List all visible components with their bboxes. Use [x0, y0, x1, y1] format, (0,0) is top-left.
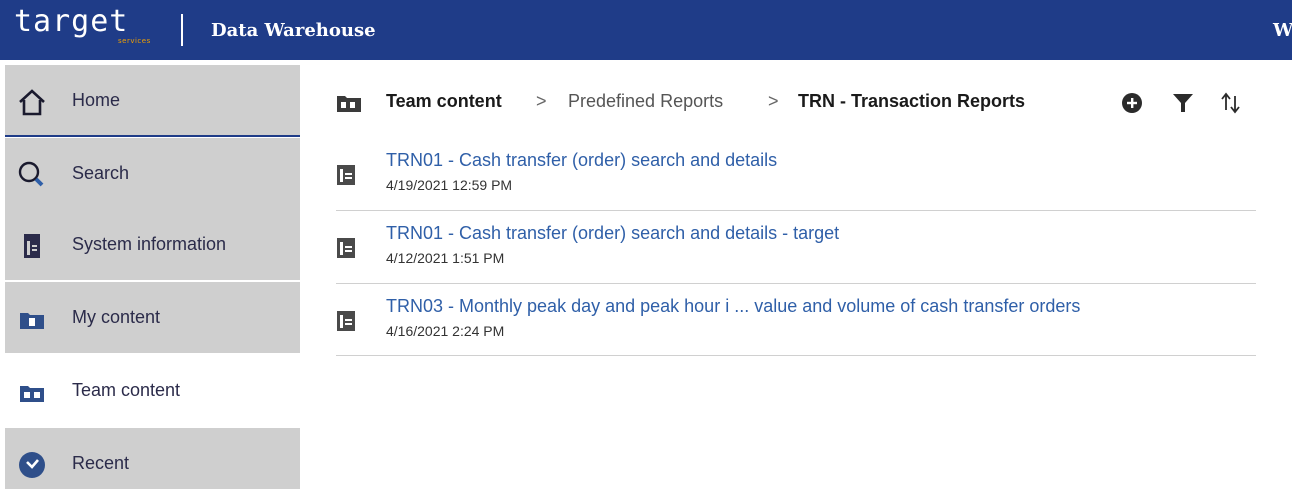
breadcrumb-predefined-reports[interactable]: Predefined Reports — [568, 91, 723, 112]
sidebar-item-team-content[interactable]: Team content — [5, 355, 300, 426]
team-folder-icon — [336, 91, 362, 115]
sidebar-divider — [5, 135, 300, 137]
sidebar-item-label: Team content — [72, 380, 181, 400]
app-title: Data Warehouse — [211, 20, 376, 41]
logo-subtext: services — [118, 37, 151, 45]
sidebar-item-label: Search — [72, 163, 130, 183]
sidebar-item-system-information[interactable]: System information — [5, 209, 300, 280]
report-date: 4/16/2021 2:24 PM — [386, 323, 505, 339]
report-icon — [336, 164, 356, 186]
list-item[interactable]: TRN01 - Cash transfer (order) search and… — [336, 138, 1256, 210]
target-logo[interactable]: target services — [0, 0, 200, 60]
breadcrumb-team-content[interactable]: Team content — [386, 91, 502, 112]
report-icon — [17, 231, 47, 261]
report-title-link[interactable]: TRN01 - Cash transfer (order) search and… — [386, 223, 839, 244]
home-icon — [17, 87, 47, 117]
sidebar-item-label: My content — [72, 307, 161, 327]
user-menu-label[interactable]: W — [1273, 20, 1292, 41]
report-title-link[interactable]: TRN01 - Cash transfer (order) search and… — [386, 150, 777, 171]
sidebar-item-home[interactable]: Home — [5, 65, 300, 137]
report-icon — [336, 310, 356, 332]
folder-user-icon — [17, 304, 47, 334]
clock-icon — [17, 450, 47, 480]
top-bar: target services Data Warehouse W — [0, 0, 1292, 60]
list-divider — [336, 355, 1256, 356]
logo-text: target — [14, 4, 129, 39]
report-icon — [336, 237, 356, 259]
report-date: 4/19/2021 12:59 PM — [386, 177, 513, 193]
sidebar: Home Search System information My conten… — [5, 65, 300, 489]
report-date: 4/12/2021 1:51 PM — [386, 250, 505, 266]
sidebar-item-label: Home — [72, 90, 121, 110]
add-icon[interactable] — [1119, 90, 1145, 116]
sidebar-item-search[interactable]: Search — [5, 138, 300, 209]
breadcrumb-separator: > — [536, 91, 547, 111]
sidebar-item-my-content[interactable]: My content — [5, 282, 300, 353]
filter-icon[interactable] — [1170, 90, 1196, 116]
breadcrumb-separator: > — [768, 91, 779, 111]
sidebar-item-label: System information — [72, 234, 227, 254]
report-title-link[interactable]: TRN03 - Monthly peak day and peak hour i… — [386, 296, 1080, 317]
list-item[interactable]: TRN01 - Cash transfer (order) search and… — [336, 211, 1256, 283]
logo-divider — [181, 14, 183, 46]
folder-team-icon — [17, 377, 47, 407]
list-item[interactable]: TRN03 - Monthly peak day and peak hour i… — [336, 284, 1256, 356]
sidebar-item-label: Recent — [72, 453, 130, 473]
sidebar-item-recent[interactable]: Recent — [5, 428, 300, 489]
search-icon — [17, 160, 47, 190]
breadcrumb: Team content > Predefined Reports > TRN … — [336, 86, 1256, 120]
breadcrumb-trn-transaction-reports: TRN - Transaction Reports — [798, 91, 1026, 111]
sort-icon[interactable] — [1218, 90, 1244, 116]
